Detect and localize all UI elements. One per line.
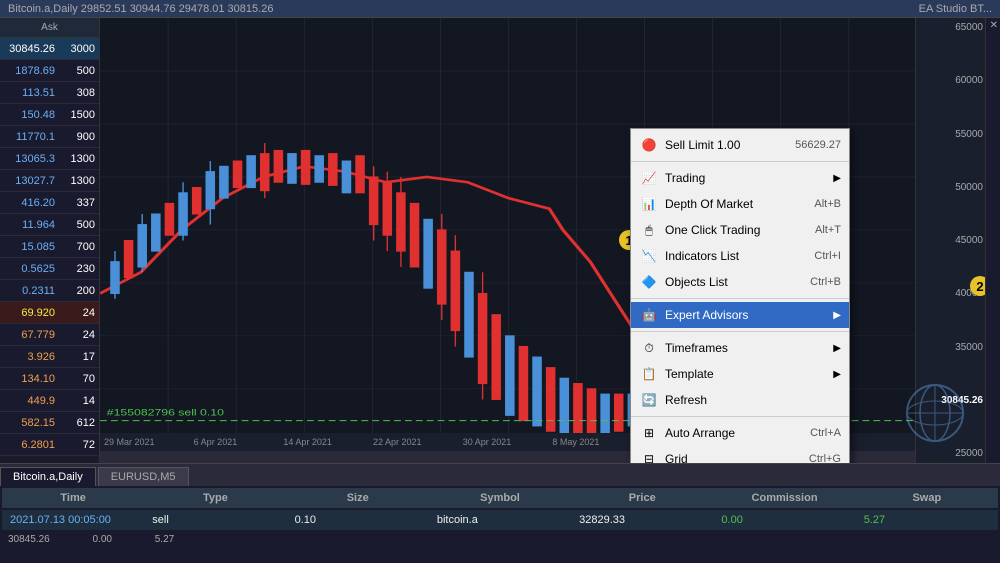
trade-footer: 30845.26 0.00 5.27 [0, 532, 1000, 547]
tab-bitcoin-daily[interactable]: Bitcoin.a,Daily [0, 467, 96, 486]
cell-time: 2021.07.13 00:05:00 [2, 512, 144, 528]
price-row: 30845.263000 [0, 38, 99, 60]
menu-item-sell-limit[interactable]: 🔴 Sell Limit 1.00 56629.27 [631, 132, 849, 158]
price-row: 150.481500 [0, 104, 99, 126]
price-row: 0.5625230 [0, 258, 99, 280]
cell-size: 0.10 [287, 512, 429, 528]
refresh-icon: 🔄 [639, 390, 659, 410]
price-rows: 30845.2630001878.69500113.51308150.48150… [0, 38, 99, 463]
table-row: 2021.07.13 00:05:00 sell 0.10 bitcoin.a … [2, 510, 998, 530]
price-row: 0.2311200 [0, 280, 99, 302]
separator-4 [631, 416, 849, 417]
badge-2: 2 [970, 276, 985, 296]
menu-item-refresh[interactable]: 🔄 Refresh [631, 387, 849, 413]
close-left-panel[interactable]: ✕ [990, 20, 998, 31]
menu-item-timeframes[interactable]: ⏱ Timeframes ▶ [631, 335, 849, 361]
separator-3 [631, 331, 849, 332]
cell-type: sell [144, 512, 286, 528]
globe-watermark [905, 383, 965, 443]
price-row: 582.15612 [0, 412, 99, 434]
chart-canvas[interactable]: #155082796 sell 0.10 29 Mar 2021 6 Apr 2… [100, 18, 985, 463]
left-price-panel: Ask ✕ 30845.2630001878.69500113.51308150… [0, 18, 100, 463]
svg-text:#155082796 sell 0.10: #155082796 sell 0.10 [107, 408, 224, 418]
bottom-area: Bitcoin.a,Daily EURUSD,M5 Time Type Size… [0, 463, 1000, 563]
price-row: 449.914 [0, 390, 99, 412]
main-container: Bitcoin.a,Daily 29852.51 30944.76 29478.… [0, 0, 1000, 563]
menu-item-depth[interactable]: 📊 Depth Of Market Alt+B [631, 191, 849, 217]
expert-advisors-icon: 🤖 [639, 305, 659, 325]
depth-icon: 📊 [639, 194, 659, 214]
menu-item-template[interactable]: 📋 Template ▶ [631, 361, 849, 387]
menu-item-one-click[interactable]: 🖱 One Click Trading Alt+T [631, 217, 849, 243]
menu-item-objects[interactable]: 🔷 Objects List Ctrl+B [631, 269, 849, 295]
cell-commission: 0.00 [713, 512, 855, 528]
price-row: 11770.1900 [0, 126, 99, 148]
one-click-icon: 🖱 [639, 220, 659, 240]
col-header-type: Type [144, 490, 286, 506]
menu-item-expert-advisors[interactable]: 🤖 Expert Advisors ▶ [631, 302, 849, 328]
cell-swap: 5.27 [856, 512, 998, 528]
grid-icon: ⊟ [639, 449, 659, 463]
trade-table: Time Type Size Symbol Price Commission S… [0, 486, 1000, 532]
template-icon: 📋 [639, 364, 659, 384]
context-menu[interactable]: 🔴 Sell Limit 1.00 56629.27 📈 Trading ▶ 📊 [630, 128, 850, 463]
price-row: 3.92617 [0, 346, 99, 368]
separator-1 [631, 161, 849, 162]
tab-eurusd-m5[interactable]: EURUSD,M5 [98, 467, 189, 486]
price-row: 134.1070 [0, 368, 99, 390]
chart-title: Bitcoin.a,Daily 29852.51 30944.76 29478.… [8, 3, 273, 15]
candlestick-chart: #155082796 sell 0.10 [100, 18, 985, 463]
trading-icon: 📈 [639, 168, 659, 188]
indicators-icon: 📉 [639, 246, 659, 266]
separator-2 [631, 298, 849, 299]
tab-bar: Bitcoin.a,Daily EURUSD,M5 [0, 464, 1000, 486]
price-row: 13065.31300 [0, 148, 99, 170]
menu-item-indicators[interactable]: 📉 Indicators List Ctrl+I [631, 243, 849, 269]
auto-arrange-icon: ⊞ [639, 423, 659, 443]
ea-title: EA Studio BT... [919, 3, 992, 15]
price-row: 11.964500 [0, 214, 99, 236]
price-row: 13027.71300 [0, 170, 99, 192]
price-row: 113.51308 [0, 82, 99, 104]
ask-header: Ask ✕ [0, 18, 99, 38]
col-header-price: Price [571, 490, 713, 506]
menu-item-grid[interactable]: ⊟ Grid Ctrl+G [631, 446, 849, 463]
price-row: 67.77924 [0, 324, 99, 346]
price-row: 69.92024 [0, 302, 99, 324]
cell-price: 32829.33 [571, 512, 713, 528]
context-menu-container: 🔴 Sell Limit 1.00 56629.27 📈 Trading ▶ 📊 [630, 128, 850, 463]
objects-icon: 🔷 [639, 272, 659, 292]
col-header-commission: Commission [713, 490, 855, 506]
price-row: 1878.69500 [0, 60, 99, 82]
right-scrollbar[interactable] [985, 18, 1000, 463]
price-row: 6.280172 [0, 434, 99, 456]
ask-label: Ask [41, 22, 58, 33]
timeframes-icon: ⏱ [639, 338, 659, 358]
menu-item-trading[interactable]: 📈 Trading ▶ [631, 165, 849, 191]
ea-title-bar: Bitcoin.a,Daily 29852.51 30944.76 29478.… [0, 0, 1000, 18]
price-row: 416.20337 [0, 192, 99, 214]
menu-item-auto-arrange[interactable]: ⊞ Auto Arrange Ctrl+A [631, 420, 849, 446]
col-header-time: Time [2, 490, 144, 506]
cell-symbol: bitcoin.a [429, 512, 571, 528]
col-header-swap: Swap [856, 490, 998, 506]
col-header-symbol: Symbol [429, 490, 571, 506]
col-header-size: Size [287, 490, 429, 506]
price-row: 15.085700 [0, 236, 99, 258]
sell-limit-icon: 🔴 [639, 135, 659, 155]
